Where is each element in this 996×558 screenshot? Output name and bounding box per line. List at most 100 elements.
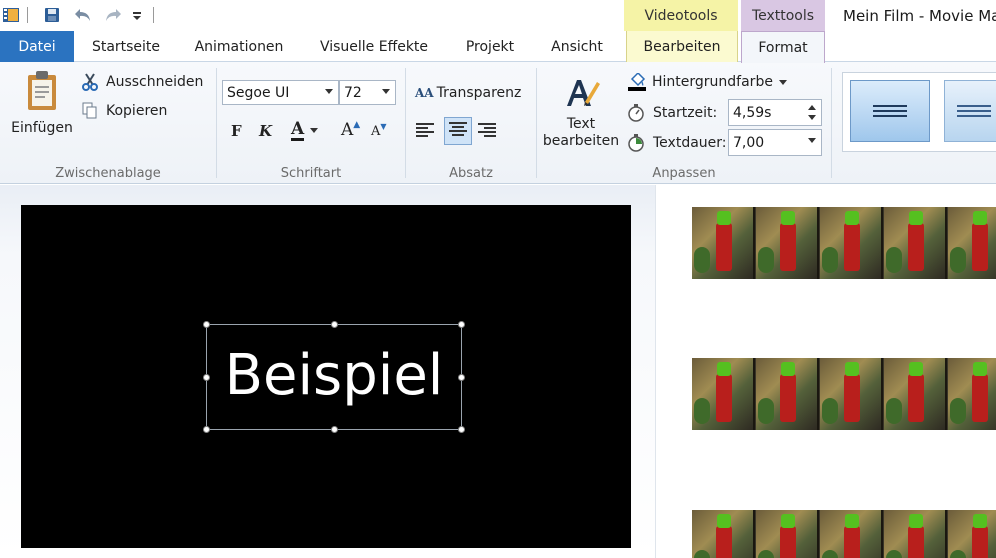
video-frame-thumbnail [692, 358, 755, 430]
align-center-icon [449, 122, 467, 140]
video-frame-thumbnail [692, 510, 755, 558]
tab-projekt[interactable]: Projekt [454, 31, 526, 62]
effect-thumbnail[interactable] [944, 80, 996, 142]
chevron-down-icon [325, 89, 333, 94]
separator [27, 7, 28, 23]
movie-maker-window: Videotools Texttools Mein Film - Movie M… [0, 0, 996, 558]
font-family-value: Segoe UI [227, 84, 290, 101]
resize-handle[interactable] [458, 426, 465, 433]
font-family-select[interactable]: Segoe UI [222, 80, 339, 105]
ribbon: Einfügen Ausschneiden Kopieren Zwischena… [0, 62, 996, 184]
font-color-label: A [291, 118, 305, 141]
chevron-down-icon [310, 127, 319, 133]
arrow-down-icon: ▼ [380, 122, 387, 131]
start-time-spinner[interactable]: 4,59s [728, 99, 822, 126]
scissors-icon [82, 73, 102, 91]
spin-up-icon[interactable] [808, 105, 816, 110]
ribbon-tabs: Datei Startseite Animationen Visuelle Ef… [0, 31, 996, 63]
arrow-up-icon: ▲ [353, 120, 361, 130]
save-icon[interactable] [42, 5, 62, 25]
cut-label: Ausschneiden [106, 74, 204, 90]
storyboard-clip[interactable] [692, 510, 996, 558]
transparency-icon: AA [415, 86, 434, 100]
resize-handle[interactable] [203, 321, 210, 328]
edit-text-label-2: bearbeiten [542, 133, 620, 149]
font-size-select[interactable]: 72 [339, 80, 396, 105]
window-title: Mein Film - Movie Ma [843, 7, 996, 25]
video-frame-thumbnail [756, 207, 819, 279]
text-effects-gallery [838, 62, 996, 184]
shrink-font-button[interactable]: A ▼ [371, 120, 393, 142]
spin-down-icon[interactable] [808, 115, 816, 120]
video-frame-thumbnail [820, 358, 883, 430]
group-label-anpassen: Anpassen [652, 166, 716, 181]
tab-bearbeiten[interactable]: Bearbeiten [626, 31, 738, 62]
storyboard-clip[interactable] [692, 207, 996, 279]
paste-button[interactable]: Einfügen [8, 70, 76, 140]
video-frame-thumbnail [948, 358, 996, 430]
video-frame-thumbnail [884, 510, 947, 558]
group-label-schriftart: Schriftart [280, 166, 342, 181]
pane-divider[interactable] [655, 185, 656, 558]
clipboard-icon [24, 70, 60, 116]
tab-startseite[interactable]: Startseite [80, 31, 172, 62]
resize-handle[interactable] [331, 426, 338, 433]
cut-button[interactable]: Ausschneiden [82, 71, 203, 93]
start-time-value: 4,59s [733, 104, 772, 121]
grow-font-button[interactable]: A ▲ [341, 118, 363, 142]
tab-format[interactable]: Format [741, 31, 825, 63]
tab-datei[interactable]: Datei [0, 31, 74, 62]
resize-handle[interactable] [203, 426, 210, 433]
italic-button[interactable]: K [259, 120, 275, 142]
background-color-label: Hintergrundfarbe [652, 74, 773, 90]
align-left-button[interactable] [416, 120, 438, 144]
video-frame-thumbnail [692, 207, 755, 279]
text-overlay-box[interactable]: Beispiel [203, 321, 465, 433]
undo-icon[interactable] [72, 5, 94, 25]
group-separator [831, 68, 832, 178]
transparency-button[interactable]: AA Transparenz [415, 82, 521, 104]
font-size-value: 72 [344, 84, 362, 101]
tab-animationen[interactable]: Animationen [184, 31, 294, 62]
title-bar: Videotools Texttools Mein Film - Movie M… [0, 0, 996, 31]
storyboard-clip[interactable] [692, 358, 996, 430]
resize-handle[interactable] [331, 321, 338, 328]
group-schriftart: Segoe UI 72 F K A A ▲ A ▼ Schriftart [217, 62, 405, 184]
video-frame-thumbnail [820, 207, 883, 279]
font-color-button[interactable]: A [291, 117, 327, 143]
chevron-down-icon [778, 79, 787, 85]
bold-button[interactable]: F [231, 120, 247, 142]
group-absatz: AA Transparenz Absatz [406, 62, 536, 184]
resize-handle[interactable] [458, 321, 465, 328]
duration-label: Textdauer: [653, 135, 727, 151]
tab-ansicht[interactable]: Ansicht [538, 31, 616, 62]
stopwatch-icon [627, 104, 649, 122]
video-frame-thumbnail [948, 207, 996, 279]
context-tab-texttools: Texttools [741, 0, 825, 31]
copy-button[interactable]: Kopieren [82, 100, 167, 122]
shrink-font-label: A [371, 123, 381, 139]
duration-select[interactable]: 7,00 [728, 129, 822, 156]
film-icon [2, 5, 20, 25]
redo-icon[interactable] [102, 5, 124, 25]
align-right-icon [478, 123, 496, 141]
edit-text-icon [561, 72, 601, 116]
stopwatch-icon [627, 134, 649, 152]
duration-label-group: Textdauer: [627, 132, 727, 154]
customize-icon[interactable] [130, 5, 144, 25]
grow-font-label: A [341, 120, 354, 140]
align-right-button[interactable] [478, 120, 500, 144]
edit-text-label-1: Text [566, 116, 596, 132]
align-center-button[interactable] [444, 117, 472, 145]
paint-bucket-icon [627, 73, 647, 91]
separator [153, 7, 154, 23]
video-frame-thumbnail [948, 510, 996, 558]
edit-text-button[interactable]: Text bearbeiten [541, 72, 621, 158]
video-frame-thumbnail [884, 207, 947, 279]
tab-visuelle-effekte[interactable]: Visuelle Effekte [306, 31, 442, 62]
background-color-button[interactable]: Hintergrundfarbe [627, 71, 787, 93]
video-preview[interactable]: Beispiel [21, 205, 631, 548]
effect-thumbnail[interactable] [850, 80, 930, 142]
start-time-label: Startzeit: [653, 105, 718, 121]
group-zwischenablage: Einfügen Ausschneiden Kopieren Zwischena… [0, 62, 216, 184]
